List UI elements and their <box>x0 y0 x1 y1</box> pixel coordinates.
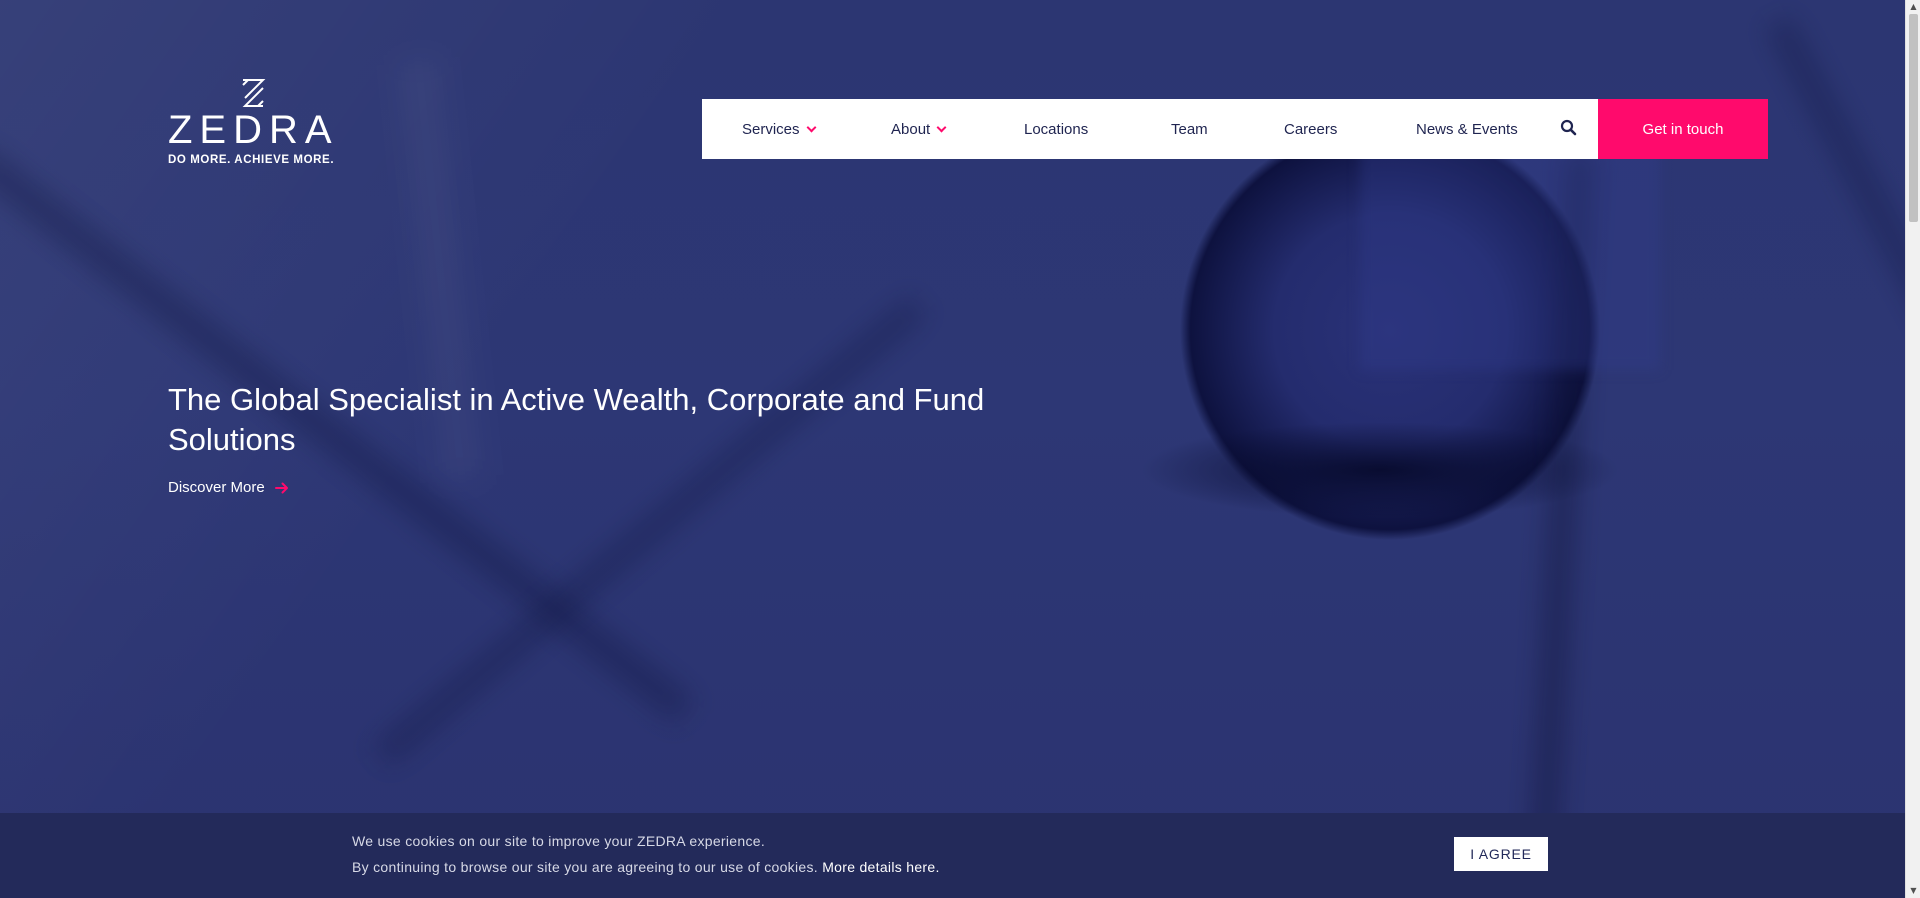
nav-item-label: Team <box>1171 120 1208 138</box>
zedra-logo-icon <box>242 79 266 107</box>
search-icon[interactable] <box>1560 119 1578 137</box>
nav-item-about[interactable]: About <box>891 99 947 159</box>
background-shadow <box>1767 16 1905 488</box>
nav-item-label: Locations <box>1024 120 1089 138</box>
nav-item-label: Careers <box>1284 120 1338 138</box>
logo-wordmark: ZEDRA <box>168 108 339 152</box>
cookie-details-link[interactable]: More details here. <box>822 859 939 875</box>
nav-item-news-events[interactable]: News & Events <box>1416 99 1518 159</box>
cookie-message: We use cookies on our site to improve yo… <box>352 833 766 849</box>
scrollbar-thumb[interactable] <box>1909 14 1918 222</box>
background-plane <box>1360 140 1660 370</box>
page-scrollbar[interactable]: ▲ ▼ <box>1905 0 1920 898</box>
cookie-agree-button[interactable]: I AGREE <box>1454 837 1548 871</box>
cookie-consent-message: By continuing to browse our site you are… <box>352 859 818 875</box>
nav-item-label: Services <box>742 120 800 138</box>
nav-item-locations[interactable]: Locations <box>1024 99 1088 159</box>
arrow-right-icon <box>274 482 288 493</box>
discover-more-label: Discover More <box>168 479 265 496</box>
get-in-touch-button[interactable]: Get in touch <box>1598 99 1768 159</box>
chevron-down-icon <box>936 122 947 132</box>
nav-item-team[interactable]: Team <box>1171 99 1208 159</box>
logo-tagline: DO MORE. ACHIEVE MORE. <box>168 154 335 166</box>
nav-item-label: About <box>891 120 931 138</box>
scroll-up-icon[interactable]: ▲ <box>1906 0 1920 14</box>
cookie-banner: We use cookies on our site to improve yo… <box>0 813 1905 898</box>
nav-item-careers[interactable]: Careers <box>1284 99 1337 159</box>
site-logo[interactable]: ZEDRA DO MORE. ACHIEVE MORE. <box>168 78 348 166</box>
hero-headline: The Global Specialist in Active Wealth, … <box>168 382 985 457</box>
nav-item-label: News & Events <box>1416 120 1518 138</box>
main-navigation: Services About Locations Team Careers Ne… <box>702 99 1599 159</box>
discover-more-link[interactable]: Discover More <box>168 479 289 496</box>
chevron-down-icon <box>806 122 816 132</box>
cookie-consent-text: By continuing to browse our site you are… <box>352 859 940 875</box>
nav-item-services[interactable]: Services <box>742 99 816 159</box>
scroll-down-icon[interactable]: ▼ <box>1906 884 1920 898</box>
